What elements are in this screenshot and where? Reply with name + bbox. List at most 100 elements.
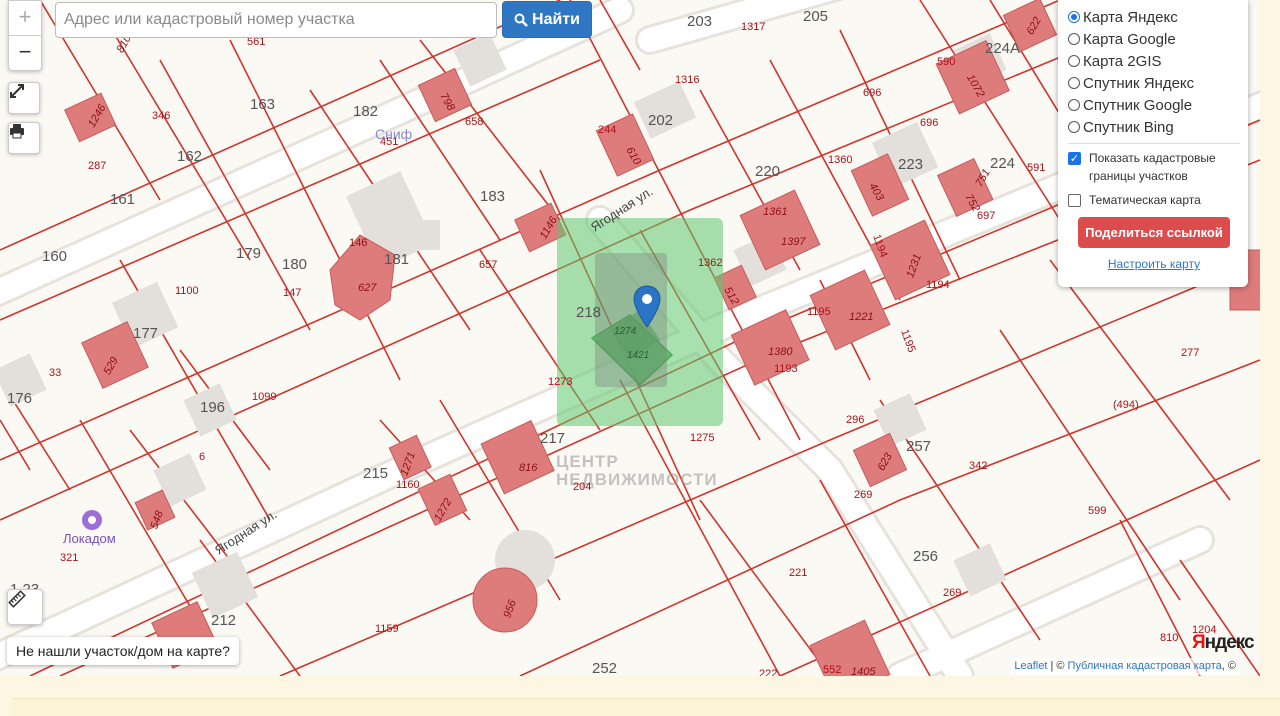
- parcel-number: 697: [977, 210, 996, 222]
- street-label: Ягодная ул.: [588, 183, 656, 235]
- parcel-number: 147: [283, 287, 302, 299]
- checkbox-icon[interactable]: [1068, 194, 1081, 207]
- layer-option-bing-satellite[interactable]: Спутник Bing: [1068, 116, 1240, 138]
- not-found-button[interactable]: Не нашли участок/дом на карте?: [7, 637, 239, 665]
- fullscreen-button[interactable]: [8, 82, 40, 114]
- zoom-control: + −: [8, 0, 42, 71]
- fullscreen-icon: [10, 84, 24, 98]
- parcel-number: 6: [199, 451, 206, 463]
- house-number: 223: [898, 156, 924, 173]
- poi-marker-icon[interactable]: [82, 510, 102, 530]
- attribution-separator: | ©: [1047, 660, 1068, 672]
- house-number: 181: [384, 251, 410, 268]
- parcel-number: 1193: [774, 363, 798, 375]
- layer-option-yandex-satellite[interactable]: Спутник Яндекс: [1068, 72, 1240, 94]
- building-number: 1271: [398, 450, 419, 478]
- parcel-number: (494): [1113, 399, 1139, 411]
- house-number: 224: [990, 155, 1016, 172]
- building-number: 1405: [851, 666, 876, 676]
- share-link-button[interactable]: Поделиться ссылкой: [1078, 217, 1230, 248]
- building-number: 1072: [963, 72, 987, 100]
- parcel-number: 552: [823, 664, 842, 676]
- layer-option-label: Карта Google: [1083, 30, 1176, 48]
- radio-icon[interactable]: [1068, 77, 1080, 89]
- house-number: 177: [133, 325, 159, 342]
- search-input[interactable]: [55, 2, 497, 38]
- parcel-number: 1195: [807, 306, 831, 318]
- parcel-number: 1362: [698, 257, 723, 269]
- printer-icon: [10, 124, 24, 139]
- search-button-label: Найти: [532, 10, 580, 28]
- parcel-number: 296: [846, 414, 865, 426]
- parcel-number: 1316: [675, 74, 700, 86]
- radio-icon[interactable]: [1068, 121, 1080, 133]
- parcel-number: 1159: [375, 623, 399, 635]
- building-number: 798: [437, 91, 457, 113]
- ruler-icon: [8, 590, 26, 608]
- attribution: Leaflet | © Публичная кадастровая карта,…: [1010, 658, 1240, 675]
- checkbox-checked-icon[interactable]: ✓: [1068, 152, 1081, 165]
- house-number: 160: [42, 248, 68, 265]
- building-number: 403: [866, 181, 886, 203]
- layer-option-label: Спутник Google: [1083, 96, 1193, 114]
- zoom-out-button[interactable]: −: [9, 36, 41, 70]
- house-number: 217: [540, 430, 566, 447]
- layer-option-label: Карта Яндекс: [1083, 8, 1178, 26]
- house-number: 176: [7, 390, 33, 407]
- layer-option-label: Карта 2GIS: [1083, 52, 1162, 70]
- radio-icon[interactable]: [1068, 33, 1080, 45]
- parcel-number: 657: [479, 259, 498, 271]
- parcel-number: 269: [943, 587, 962, 599]
- parcel-number: 658: [465, 116, 484, 128]
- thematic-map-label: Тематическая карта: [1089, 193, 1201, 207]
- parcel-number: 33: [49, 367, 62, 379]
- house-number: 196: [200, 399, 226, 416]
- layer-option-google-satellite[interactable]: Спутник Google: [1068, 94, 1240, 116]
- thematic-map-toggle[interactable]: Тематическая карта: [1068, 191, 1240, 209]
- attribution-tail: , ©: [1221, 660, 1236, 672]
- configure-map-link[interactable]: Настроить карту: [1068, 257, 1240, 271]
- print-button[interactable]: [8, 122, 40, 154]
- search-button[interactable]: Найти: [502, 1, 592, 38]
- building-number: 1380: [768, 346, 793, 358]
- building-number: 956: [501, 598, 519, 620]
- layer-option-google-map[interactable]: Карта Google: [1068, 28, 1240, 50]
- yandex-logo-first: Я: [1192, 632, 1206, 653]
- cadastre-link[interactable]: Публичная кадастровая карта: [1068, 660, 1222, 672]
- radio-icon[interactable]: [1068, 99, 1080, 111]
- house-number: 220: [755, 163, 781, 180]
- parcel-number: 1160: [396, 479, 420, 491]
- building-number: 512: [721, 285, 741, 307]
- house-number: 182: [353, 103, 379, 120]
- building-number: 623: [875, 451, 895, 473]
- leaflet-link[interactable]: Leaflet: [1014, 660, 1047, 672]
- parcel-number: 696: [863, 87, 882, 99]
- parcel-number: 1195: [898, 327, 918, 355]
- parcel-number: 244: [598, 124, 617, 136]
- parcel-number: 1275: [690, 432, 715, 444]
- house-number: 163: [250, 96, 276, 113]
- cadastral-borders-label: Показать кадастровые границы участков: [1089, 151, 1216, 183]
- parcel-number: 346: [152, 110, 171, 122]
- house-number: 252: [592, 660, 618, 676]
- watermark-text: ЦЕНТР: [556, 452, 619, 471]
- house-number: 202: [648, 112, 674, 129]
- house-number: 183: [480, 188, 506, 205]
- parcel-number: 696: [920, 117, 939, 129]
- parcel-number: 287: [88, 160, 107, 172]
- radio-icon[interactable]: [1068, 11, 1080, 23]
- parcel-number: 1100: [175, 285, 199, 297]
- ruler-button[interactable]: [7, 589, 43, 625]
- cadastral-borders-toggle[interactable]: ✓ Показать кадастровые границы участков: [1068, 149, 1240, 185]
- layer-option-yandex-map[interactable]: Карта Яндекс: [1068, 6, 1240, 28]
- house-number: 215: [363, 465, 389, 482]
- building-number: 548: [148, 509, 166, 531]
- building-number: 1421: [627, 350, 650, 361]
- radio-icon[interactable]: [1068, 55, 1080, 67]
- building-number: 610: [623, 145, 643, 167]
- parcel-number: 1273: [548, 376, 573, 388]
- layer-option-2gis-map[interactable]: Карта 2GIS: [1068, 50, 1240, 72]
- zoom-in-button[interactable]: +: [9, 1, 41, 36]
- house-number: 224А: [985, 40, 1021, 57]
- parcel-number: 204: [573, 481, 592, 493]
